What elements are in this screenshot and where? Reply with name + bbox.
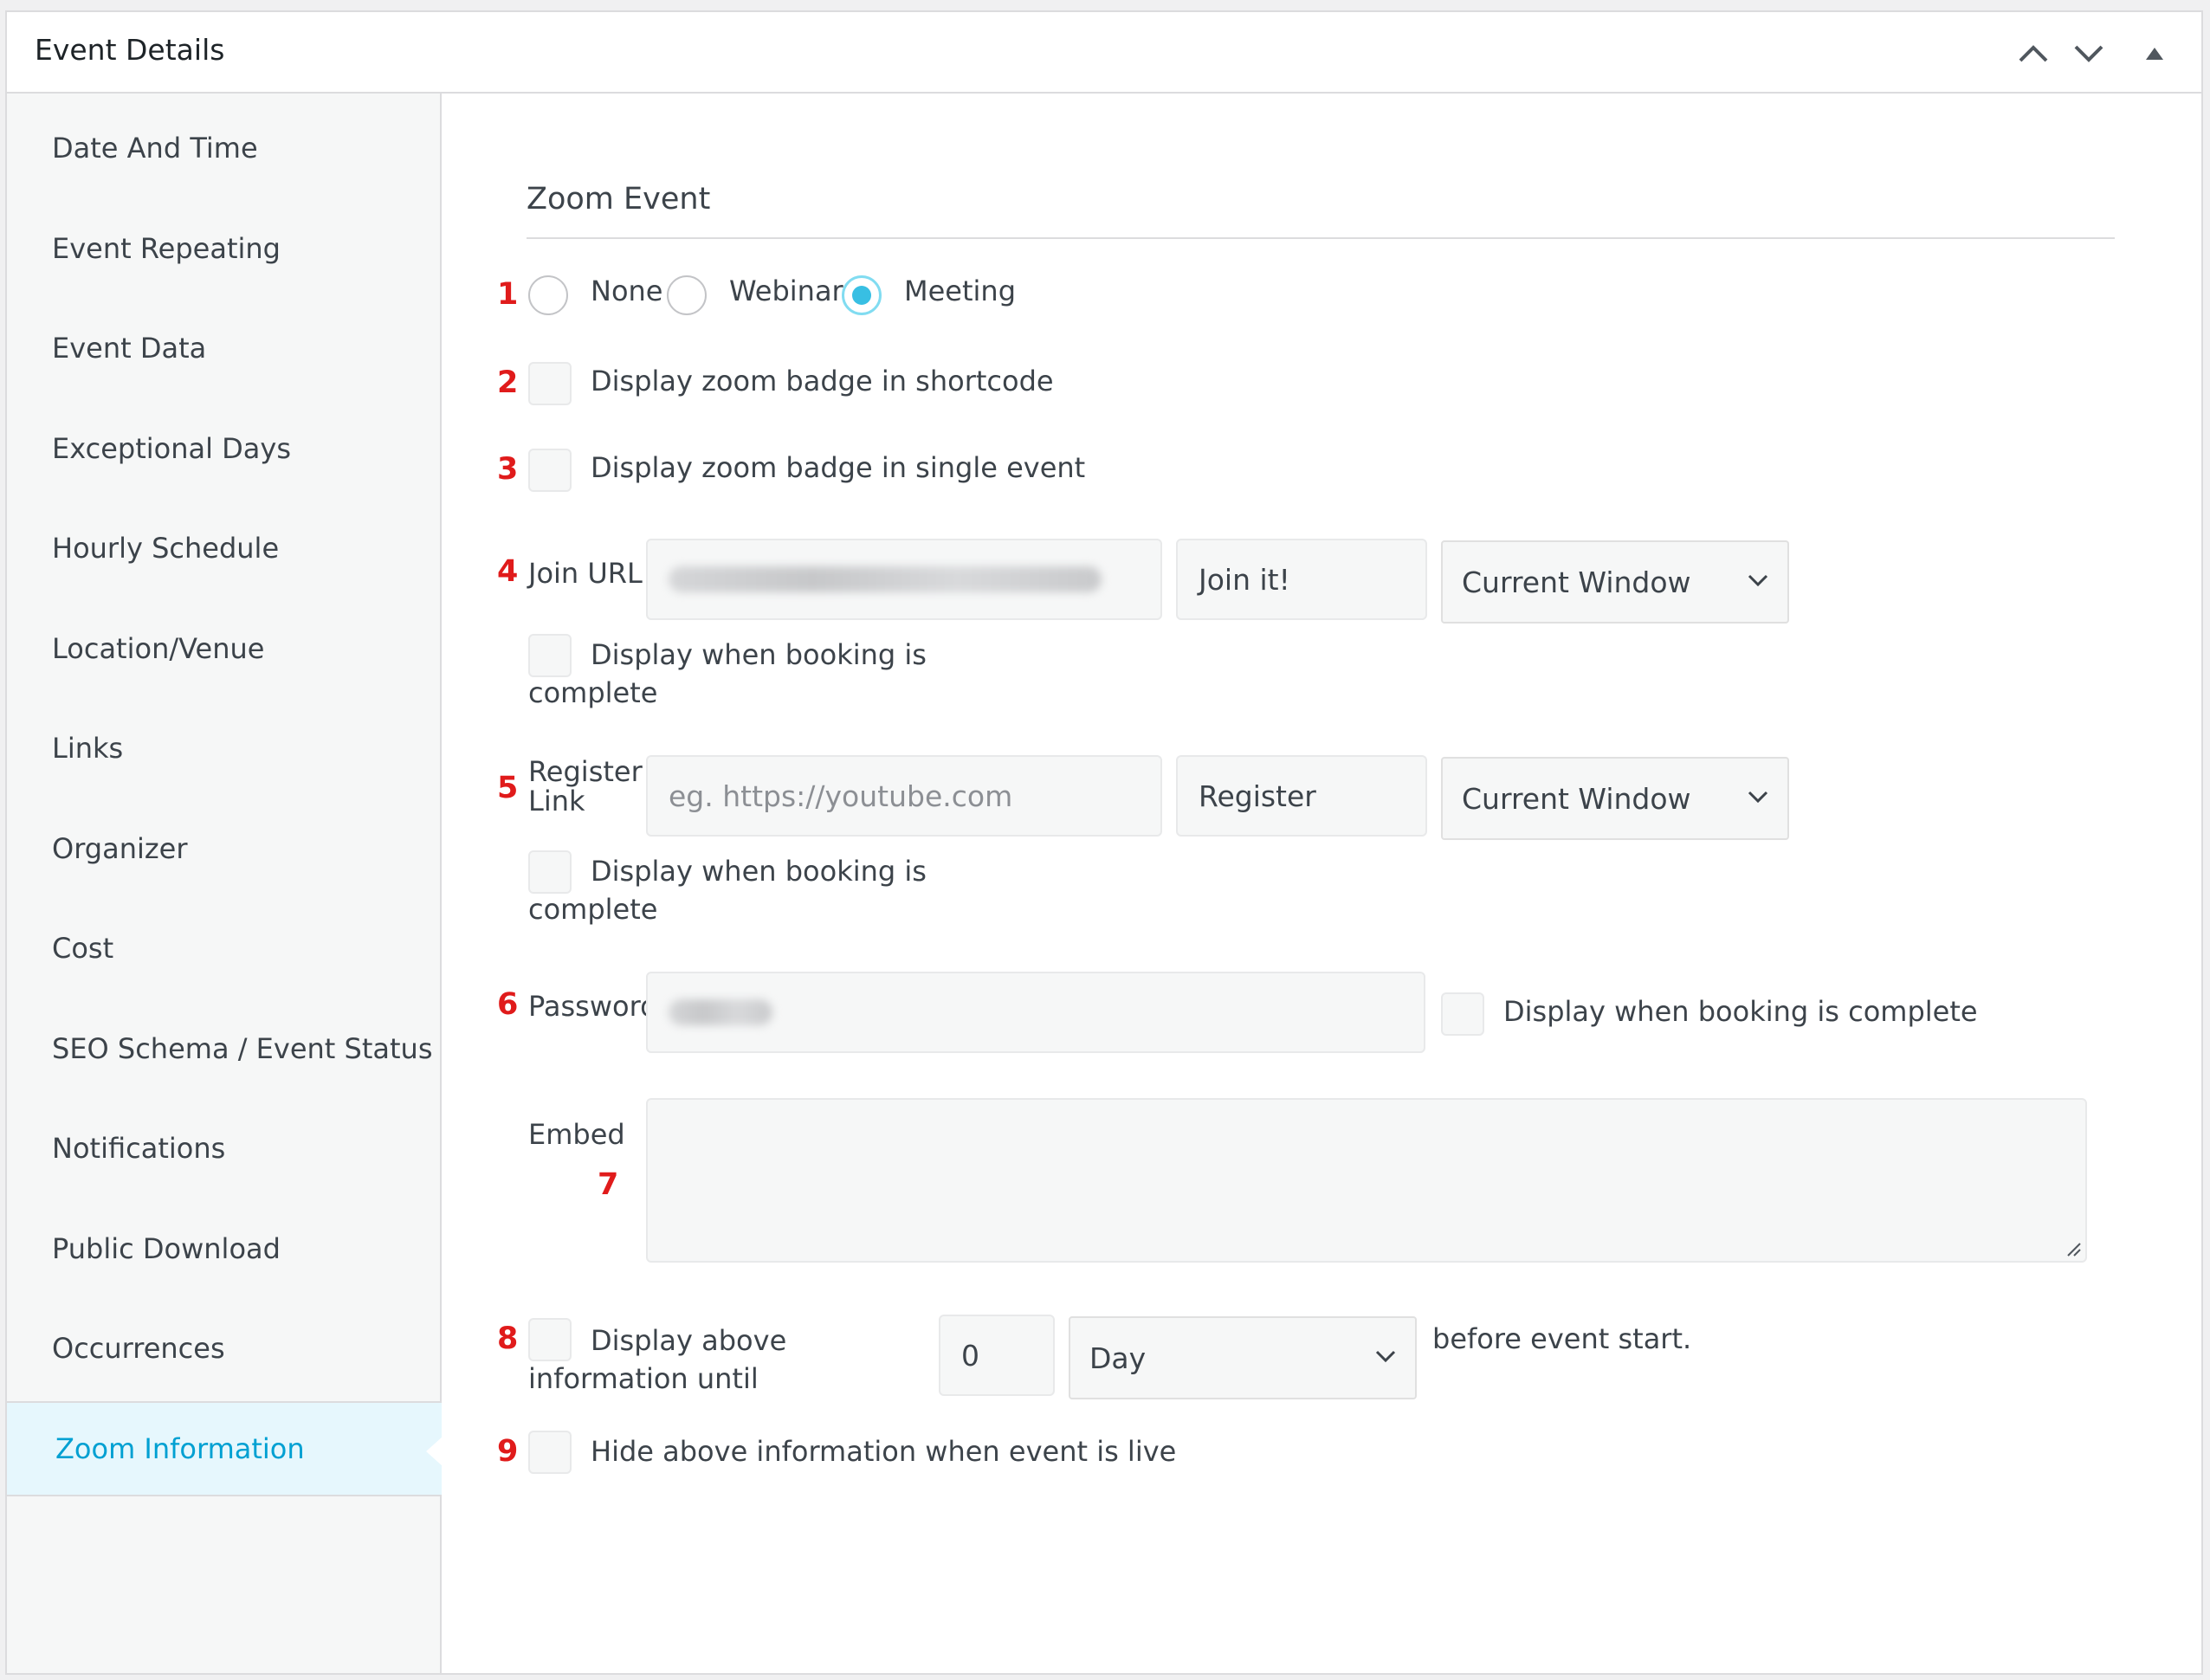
register-label-1: Register (528, 755, 643, 788)
join-display-checkbox[interactable] (528, 634, 572, 677)
zoom-settings-content: Zoom Event 1 None Webinar Meeting 2 Disp… (442, 94, 2201, 1673)
sidebar-item-label: Zoom Information (55, 1432, 305, 1465)
chevron-down-icon (2074, 45, 2103, 62)
sidebar-item-label: Cost (52, 932, 114, 965)
chevron-down-icon (1748, 574, 1768, 587)
join-target-value: Current Window (1462, 565, 1691, 599)
embed-textarea[interactable] (646, 1098, 2087, 1263)
hide-live-checkbox[interactable] (528, 1431, 572, 1474)
sidebar-item-date-and-time[interactable]: Date And Time (7, 100, 440, 196)
marker-3: 3 (497, 452, 519, 487)
section-divider (527, 237, 2115, 239)
password-display-checkbox[interactable] (1441, 992, 1484, 1036)
move-down-button[interactable] (2070, 35, 2108, 73)
event-details-panel: Event Details Date And Time Event Repeat… (5, 10, 2203, 1675)
chevron-up-icon (2019, 45, 2048, 62)
move-up-button[interactable] (2014, 35, 2052, 73)
marker-7: 7 (598, 1167, 619, 1202)
display-until-suffix: before event start. (1432, 1322, 1692, 1355)
join-target-select[interactable]: Current Window (1441, 540, 1789, 624)
sidebar-item-organizer[interactable]: Organizer (7, 801, 440, 896)
badge-single-label: Display zoom badge in single event (591, 451, 1086, 484)
sidebar-item-label: Exceptional Days (52, 432, 292, 465)
register-display-checkbox[interactable] (528, 850, 572, 894)
sidebar-item-public-download[interactable]: Public Download (7, 1201, 440, 1296)
register-label-2: Link (528, 785, 585, 817)
register-target-select[interactable]: Current Window (1441, 757, 1789, 840)
chevron-down-icon (1748, 791, 1768, 804)
panel-title: Event Details (35, 33, 225, 67)
sidebar-item-occurrences[interactable]: Occurrences (7, 1301, 440, 1396)
radio-webinar-label: Webinar (729, 275, 843, 307)
radio-meeting[interactable] (842, 275, 882, 315)
redacted-password (669, 999, 772, 1025)
marker-5: 5 (497, 771, 519, 805)
radio-none[interactable] (528, 275, 568, 315)
sidebar-item-label: Public Download (52, 1232, 281, 1265)
sidebar-item-label: Date And Time (52, 132, 258, 165)
display-until-unit-value: Day (1089, 1341, 1147, 1375)
sidebar-item-zoom-information[interactable]: Zoom Information (7, 1401, 443, 1496)
panel-header: Event Details (7, 12, 2201, 94)
sidebar-item-cost[interactable]: Cost (7, 901, 440, 996)
sidebar-item-label: Location/Venue (52, 632, 265, 665)
radio-none-label: None (591, 275, 663, 307)
display-until-value-input[interactable]: 0 (939, 1315, 1055, 1396)
join-display-label-1: Display when booking is (591, 638, 927, 671)
sidebar-item-label: Event Data (52, 332, 207, 365)
triangle-up-icon (2146, 48, 2163, 60)
register-target-value: Current Window (1462, 781, 1691, 816)
display-until-label-2: information until (528, 1362, 759, 1395)
radio-meeting-label: Meeting (904, 275, 1017, 307)
marker-6: 6 (497, 987, 519, 1022)
display-until-unit-select[interactable]: Day (1069, 1316, 1417, 1399)
register-display-label-1: Display when booking is (591, 855, 927, 888)
marker-1: 1 (497, 277, 519, 312)
password-label: Password (528, 990, 658, 1023)
badge-shortcode-label: Display zoom badge in shortcode (591, 365, 1054, 397)
sidebar-item-links[interactable]: Links (7, 701, 440, 796)
sidebar-item-label: Links (52, 732, 124, 765)
sidebar-item-seo-schema[interactable]: SEO Schema / Event Status (7, 1001, 440, 1096)
sidebar-nav: Date And Time Event Repeating Event Data… (7, 94, 443, 1673)
sidebar-item-label: Occurrences (52, 1332, 225, 1365)
marker-8: 8 (497, 1321, 519, 1356)
sidebar-item-label: Hourly Schedule (52, 532, 280, 565)
radio-webinar[interactable] (667, 275, 707, 315)
display-until-label-1: Display above (591, 1324, 787, 1357)
sidebar-item-label: SEO Schema / Event Status (52, 1032, 433, 1065)
marker-2: 2 (497, 365, 519, 400)
password-input[interactable] (646, 972, 1425, 1053)
join-url-input[interactable] (646, 539, 1162, 620)
toggle-panel-button[interactable] (2136, 35, 2174, 73)
sidebar-item-label: Organizer (52, 832, 188, 865)
badge-single-checkbox[interactable] (528, 449, 572, 492)
join-url-label: Join URL (528, 557, 643, 590)
join-text-input[interactable]: Join it! (1176, 539, 1427, 620)
marker-4: 4 (497, 554, 519, 589)
register-text-input[interactable]: Register (1176, 755, 1427, 837)
sidebar-item-location-venue[interactable]: Location/Venue (7, 601, 440, 696)
hide-live-label: Hide above information when event is liv… (591, 1435, 1177, 1468)
sidebar-item-label: Notifications (52, 1132, 226, 1165)
sidebar-item-notifications[interactable]: Notifications (7, 1101, 440, 1196)
embed-label: Embed (528, 1118, 625, 1151)
resize-handle-icon (2067, 1243, 2081, 1257)
register-url-input[interactable]: eg. https://youtube.com (646, 755, 1162, 837)
display-until-checkbox[interactable] (528, 1318, 572, 1361)
password-display-label: Display when booking is complete (1503, 995, 1978, 1028)
sidebar-item-hourly-schedule[interactable]: Hourly Schedule (7, 501, 440, 596)
sidebar-item-event-data[interactable]: Event Data (7, 300, 440, 396)
marker-9: 9 (497, 1434, 519, 1469)
badge-shortcode-checkbox[interactable] (528, 362, 572, 405)
join-display-label-2: complete (528, 676, 658, 709)
sidebar-item-label: Event Repeating (52, 232, 281, 265)
sidebar-item-event-repeating[interactable]: Event Repeating (7, 201, 440, 296)
chevron-down-icon (1375, 1350, 1396, 1363)
redacted-url (669, 566, 1102, 592)
section-title: Zoom Event (527, 182, 711, 216)
sidebar-item-exceptional-days[interactable]: Exceptional Days (7, 401, 440, 496)
register-display-label-2: complete (528, 893, 658, 926)
